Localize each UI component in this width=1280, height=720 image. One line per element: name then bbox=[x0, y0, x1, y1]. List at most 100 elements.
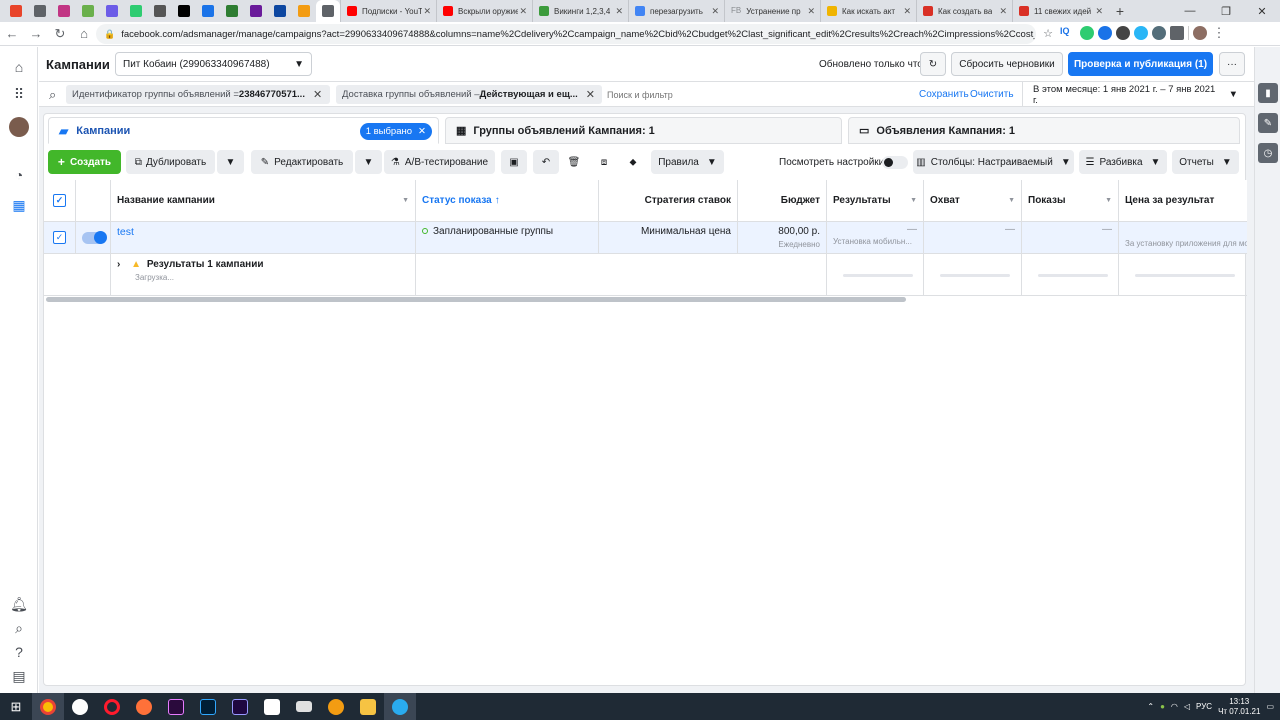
horizontal-scrollbar[interactable] bbox=[46, 297, 906, 302]
lock-icon[interactable]: 🔒 bbox=[104, 29, 115, 40]
remove-filter-icon[interactable]: ✕ bbox=[313, 88, 322, 101]
explorer-taskbar-icon[interactable] bbox=[352, 693, 384, 720]
search-filter-input[interactable] bbox=[607, 86, 907, 103]
refresh-button[interactable]: ↻ bbox=[920, 52, 946, 76]
tray-app-icon[interactable]: ● bbox=[1160, 702, 1165, 711]
pinned-tab[interactable] bbox=[52, 0, 76, 22]
iq-extension-icon[interactable]: IQ bbox=[1060, 26, 1076, 40]
table-nav-icon[interactable]: ▦ bbox=[9, 195, 29, 215]
budget-cell[interactable]: 800,00 р. Ежедневно bbox=[738, 222, 827, 254]
telegram-taskbar-icon[interactable] bbox=[384, 693, 416, 720]
campaign-toggle[interactable] bbox=[82, 231, 107, 244]
browser-tab[interactable]: перезагрузить ✕ bbox=[628, 0, 724, 22]
account-selector[interactable]: Пит Кобаин (299063340967488) ▼ bbox=[115, 52, 312, 76]
apps-grid-icon[interactable]: ⠿ bbox=[9, 84, 29, 104]
columns-button[interactable]: ▥ Столбцы: Настраиваемый ▼ bbox=[913, 150, 1074, 174]
edit-panel-icon[interactable]: ✎ bbox=[1258, 113, 1278, 133]
report-nav-icon[interactable]: ▤ bbox=[9, 666, 29, 686]
close-window-icon[interactable]: ✕ bbox=[1244, 5, 1280, 18]
home-icon[interactable]: ⌂ bbox=[72, 26, 96, 41]
minimize-icon[interactable]: — bbox=[1172, 5, 1208, 17]
pinned-tab[interactable] bbox=[172, 0, 196, 22]
filter-chip-adset-id[interactable]: Идентификатор группы объявлений = 238467… bbox=[66, 85, 330, 104]
clock[interactable]: 13:13 Чт 07.01.21 bbox=[1218, 697, 1260, 717]
store-taskbar-icon[interactable] bbox=[256, 693, 288, 720]
date-range-picker[interactable]: В этом месяце: 1 янв 2021 г. – 7 янв 202… bbox=[1022, 82, 1238, 107]
tag-button[interactable]: ⬥ bbox=[620, 150, 646, 174]
opera-taskbar-icon[interactable] bbox=[96, 693, 128, 720]
tab-close-icon[interactable]: ✕ bbox=[519, 6, 527, 17]
owl-extension-icon[interactable] bbox=[1152, 26, 1166, 40]
pinned-tab[interactable] bbox=[4, 0, 28, 22]
clipboard-button[interactable]: ▣ bbox=[501, 150, 527, 174]
browser-tab[interactable]: Вскрыли оружие ✕ bbox=[436, 0, 532, 22]
browser-tab[interactable]: Викинги 1,2,3,4 ✕ bbox=[532, 0, 628, 22]
help-icon[interactable]: ? bbox=[9, 642, 29, 662]
premiere-taskbar-icon[interactable] bbox=[160, 693, 192, 720]
col-header-name[interactable]: Название кампании ▼ bbox=[111, 180, 416, 222]
language-indicator[interactable]: РУС bbox=[1196, 702, 1212, 711]
home-nav-icon[interactable]: ⌂ bbox=[9, 57, 29, 77]
delete-button[interactable]: 🗑︎ bbox=[561, 150, 587, 174]
breakdown-button[interactable]: ☰ Разбивка ▼ bbox=[1079, 150, 1167, 174]
tab-close-icon[interactable]: ✕ bbox=[1095, 6, 1103, 17]
new-tab-button[interactable]: + bbox=[1108, 3, 1132, 19]
col-header-delivery[interactable]: Статус показа ↑ bbox=[416, 180, 599, 222]
search-nav-icon[interactable]: ⌕ bbox=[9, 618, 29, 638]
forward-icon[interactable]: → bbox=[24, 26, 48, 41]
cloud-extension-icon[interactable] bbox=[1134, 26, 1148, 40]
notifications-icon[interactable]: ▭ bbox=[1266, 702, 1274, 711]
review-publish-button[interactable]: Проверка и публикация (1) bbox=[1068, 52, 1213, 76]
edit-dropdown[interactable]: ▼ bbox=[355, 150, 382, 174]
more-options-button[interactable]: ··· bbox=[1219, 52, 1245, 76]
mail-taskbar-icon[interactable] bbox=[288, 693, 320, 720]
back-icon[interactable]: ← bbox=[0, 26, 24, 41]
vpn-extension-icon[interactable] bbox=[1116, 26, 1130, 40]
undo-button[interactable]: ↶ bbox=[533, 150, 559, 174]
col-header-budget[interactable]: Бюджет bbox=[738, 180, 827, 222]
firefox-taskbar-icon[interactable] bbox=[128, 693, 160, 720]
campaign-name-link[interactable]: test bbox=[117, 226, 134, 238]
pinned-tab[interactable] bbox=[28, 0, 52, 22]
after-effects-taskbar-icon[interactable] bbox=[224, 693, 256, 720]
puzzle-icon[interactable] bbox=[1170, 26, 1184, 40]
globe-extension-icon[interactable] bbox=[1098, 26, 1112, 40]
browser-menu-icon[interactable]: ⋮ bbox=[1211, 25, 1227, 41]
pinned-tab[interactable] bbox=[244, 0, 268, 22]
reports-button[interactable]: Отчеты ▼ bbox=[1172, 150, 1239, 174]
tab-campaigns[interactable]: ▰ Кампании 1 выбрано ✕ bbox=[48, 117, 439, 144]
browser-tab[interactable]: FB Устранение пр ✕ bbox=[724, 0, 820, 22]
pinned-tab[interactable] bbox=[220, 0, 244, 22]
pinned-tab[interactable] bbox=[76, 0, 100, 22]
col-header-impressions[interactable]: Показы ▼ bbox=[1022, 180, 1119, 222]
shield-extension-icon[interactable] bbox=[1080, 26, 1094, 40]
create-button[interactable]: + Создать bbox=[48, 150, 121, 174]
history-panel-icon[interactable]: ◷ bbox=[1258, 143, 1278, 163]
tab-adsets[interactable]: ▦ Группы объявлений Кампания: 1 bbox=[445, 117, 842, 144]
pinned-tab[interactable] bbox=[124, 0, 148, 22]
browser-tab[interactable]: Как искать акт ✕ bbox=[820, 0, 916, 22]
preview-button[interactable]: ⧈ bbox=[591, 150, 617, 174]
tab-close-icon[interactable]: ✕ bbox=[807, 6, 815, 17]
row-checkbox[interactable]: ✓ bbox=[53, 231, 66, 244]
save-filter-link[interactable]: Сохранить bbox=[919, 89, 969, 100]
performance-gauge-icon[interactable]: ◔ bbox=[9, 165, 29, 185]
remove-filter-icon[interactable]: ✕ bbox=[586, 88, 595, 101]
clear-filter-link[interactable]: Очистить bbox=[970, 89, 1014, 100]
duplicate-button[interactable]: ⧉ Дублировать bbox=[126, 150, 215, 174]
network-icon[interactable]: ◠ bbox=[1171, 702, 1178, 711]
tab-close-icon[interactable]: ✕ bbox=[903, 6, 911, 17]
filter-chip-delivery[interactable]: Доставка группы объявлений – Действующая… bbox=[336, 85, 602, 104]
pinned-tab[interactable] bbox=[148, 0, 172, 22]
expand-chevron-icon[interactable]: › bbox=[117, 259, 120, 270]
view-settings-toggle[interactable] bbox=[882, 156, 908, 169]
windows-start-icon[interactable]: ⊞ bbox=[0, 693, 32, 720]
browser-tab[interactable]: 11 свежих идей ✕ bbox=[1012, 0, 1108, 22]
notifications-bell-icon[interactable]: 🔔︎ bbox=[9, 594, 29, 614]
tab-close-icon[interactable]: ✕ bbox=[423, 6, 431, 17]
pinned-tab[interactable] bbox=[292, 0, 316, 22]
browser-tab[interactable]: Подписки - YouTube✕ bbox=[340, 0, 436, 22]
browser-tab[interactable]: Как создать ва ✕ bbox=[916, 0, 1012, 22]
rules-button[interactable]: Правила ▼ bbox=[651, 150, 724, 174]
chrome-taskbar-icon[interactable] bbox=[32, 693, 64, 720]
